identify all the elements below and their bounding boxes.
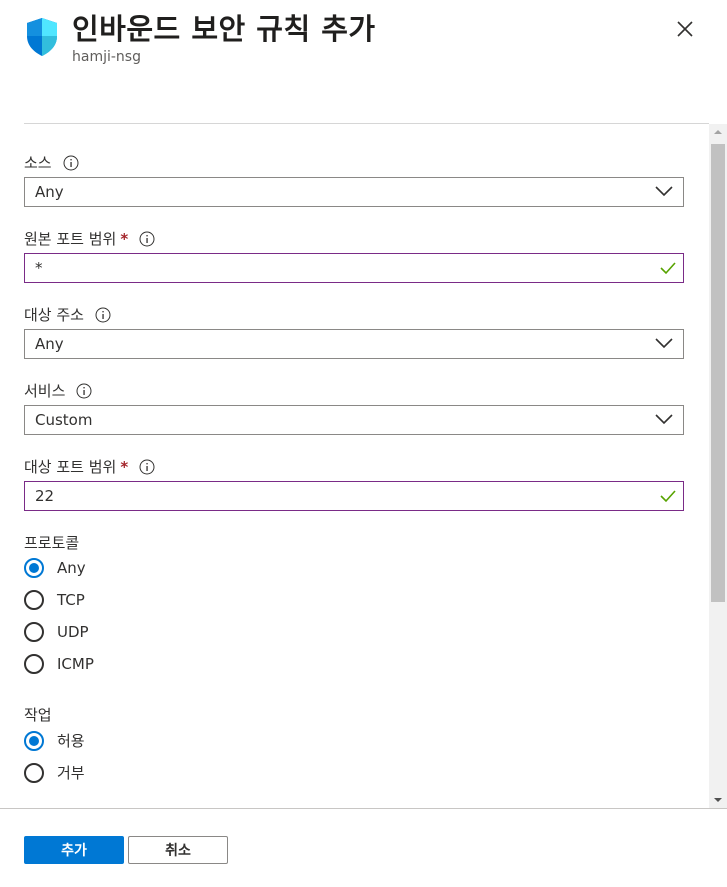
form-content: 소스 Any 원본 포트 범위 * * 대상 주소 Any 서비스 Custom… (0, 124, 709, 808)
destination-value: Any (35, 335, 64, 353)
page-title: 인바운드 보안 규칙 추가 (72, 12, 376, 46)
action-option-label: 거부 (57, 764, 85, 782)
scroll-up-arrow-icon[interactable] (709, 124, 727, 141)
protocol-option-label: TCP (57, 591, 85, 609)
dest-port-value: 22 (35, 487, 55, 505)
action-option-allow[interactable]: 허용 (24, 730, 85, 751)
source-port-label: 원본 포트 범위 (24, 230, 117, 248)
cancel-button[interactable]: 취소 (128, 836, 228, 864)
radio-button[interactable] (24, 590, 44, 610)
close-icon[interactable] (673, 17, 697, 41)
action-label-row: 작업 (24, 704, 52, 725)
chevron-down-icon (655, 338, 673, 349)
required-marker: * (120, 457, 129, 476)
dest-port-input[interactable]: 22 (24, 481, 684, 511)
shield-icon (27, 18, 57, 56)
protocol-label: 프로토콜 (24, 534, 80, 552)
radio-button[interactable] (24, 654, 44, 674)
add-button[interactable]: 추가 (24, 836, 124, 864)
info-icon[interactable] (139, 231, 155, 247)
info-icon[interactable] (76, 383, 92, 399)
protocol-option-tcp[interactable]: TCP (24, 590, 85, 610)
action-option-deny[interactable]: 거부 (24, 762, 85, 783)
protocol-option-label: Any (57, 559, 86, 577)
info-icon[interactable] (63, 155, 79, 171)
service-label-row: 서비스 (24, 380, 92, 401)
source-port-label-row: 원본 포트 범위 * (24, 228, 155, 249)
source-dropdown[interactable]: Any (24, 177, 684, 207)
destination-label: 대상 주소 (24, 306, 84, 324)
source-label: 소스 (24, 154, 52, 172)
source-port-value: * (35, 259, 43, 277)
protocol-option-icmp[interactable]: ICMP (24, 654, 94, 674)
destination-dropdown[interactable]: Any (24, 329, 684, 359)
destination-label-row: 대상 주소 (24, 304, 111, 325)
protocol-option-any[interactable]: Any (24, 558, 86, 578)
panel-header: 인바운드 보안 규칙 추가 hamji-nsg (0, 0, 727, 110)
source-port-input[interactable]: * (24, 253, 684, 283)
scrollbar-thumb[interactable] (711, 144, 725, 602)
source-value: Any (35, 183, 64, 201)
vertical-scrollbar[interactable] (709, 124, 727, 808)
protocol-option-udp[interactable]: UDP (24, 622, 89, 642)
radio-button[interactable] (24, 622, 44, 642)
source-label-row: 소스 (24, 152, 79, 173)
protocol-option-label: UDP (57, 623, 89, 641)
checkmark-icon (660, 262, 676, 275)
chevron-down-icon (655, 414, 673, 425)
dest-port-label: 대상 포트 범위 (24, 458, 117, 476)
radio-button[interactable] (24, 762, 44, 783)
footer-divider (0, 808, 727, 809)
action-label: 작업 (24, 706, 52, 724)
service-value: Custom (35, 411, 93, 429)
radio-button-selected[interactable] (24, 730, 44, 751)
dest-port-label-row: 대상 포트 범위 * (24, 456, 155, 477)
radio-button-selected[interactable] (24, 558, 44, 578)
action-option-label: 허용 (57, 732, 85, 750)
protocol-option-label: ICMP (57, 655, 94, 673)
info-icon[interactable] (139, 459, 155, 475)
service-dropdown[interactable]: Custom (24, 405, 684, 435)
info-icon[interactable] (95, 307, 111, 323)
page-subtitle: hamji-nsg (72, 49, 141, 65)
service-label: 서비스 (24, 382, 66, 400)
scroll-down-arrow-icon[interactable] (709, 791, 727, 808)
protocol-label-row: 프로토콜 (24, 532, 79, 553)
chevron-down-icon (655, 186, 673, 197)
required-marker: * (120, 229, 129, 248)
checkmark-icon (660, 490, 676, 503)
